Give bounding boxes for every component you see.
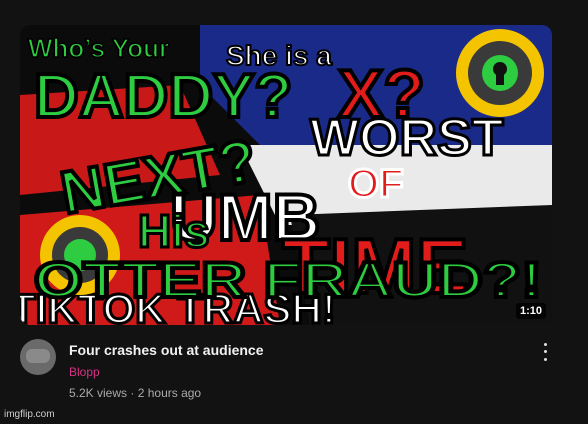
badge-icon-top bbox=[456, 29, 544, 117]
view-count: 5.2K views bbox=[69, 386, 128, 400]
duration-badge: 1:10 bbox=[515, 303, 546, 319]
upload-time: 2 hours ago bbox=[137, 386, 202, 400]
avatar-image bbox=[26, 349, 50, 363]
thumb-text-otter: OTTER FRAUD?! bbox=[34, 252, 542, 308]
thumb-text-of: OF bbox=[348, 162, 404, 206]
meta-separator: · bbox=[130, 386, 135, 400]
more-options-icon[interactable] bbox=[538, 341, 552, 363]
menu-dot bbox=[543, 343, 547, 347]
thumb-text-who: Who’s Your bbox=[28, 33, 169, 63]
channel-avatar[interactable] bbox=[20, 339, 56, 375]
thumb-text-xq: X? bbox=[338, 56, 425, 132]
menu-dot bbox=[543, 357, 547, 361]
thumbnail-art: WORST UMB TIKTOK TRASH! TIME OF She is a bbox=[20, 25, 552, 325]
thumb-text-his: His bbox=[138, 205, 210, 257]
watermark: imgflip.com bbox=[4, 409, 55, 420]
video-thumbnail[interactable]: WORST UMB TIKTOK TRASH! TIME OF She is a bbox=[20, 25, 552, 325]
video-meta: 5.2K views · 2 hours ago bbox=[69, 386, 201, 400]
channel-name[interactable]: Blopp bbox=[69, 365, 100, 379]
video-title[interactable]: Four crashes out at audience bbox=[69, 342, 264, 358]
video-card[interactable]: WORST UMB TIKTOK TRASH! TIME OF She is a bbox=[0, 0, 588, 424]
thumb-text-daddy: DADDY? bbox=[34, 62, 292, 131]
menu-dot bbox=[543, 350, 547, 354]
